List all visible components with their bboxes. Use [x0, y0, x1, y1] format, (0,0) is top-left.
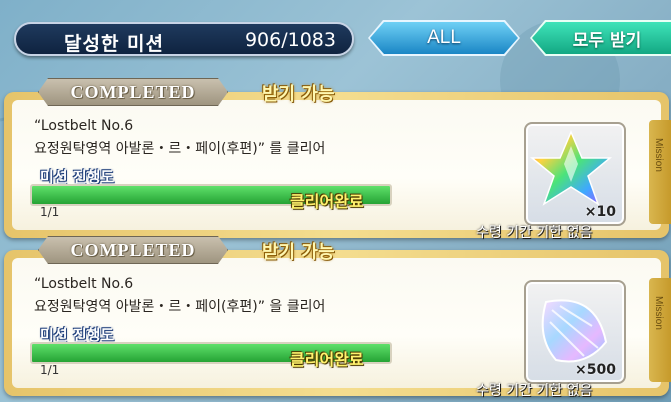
mission-header: 달성한 미션 906/1083 ALL 모두 받기	[0, 0, 671, 66]
reward-quantity: ×10	[584, 204, 616, 220]
achieved-missions-bar: 달성한 미션 906/1083	[14, 22, 354, 56]
clear-complete-label: 클리어완료	[290, 350, 364, 369]
mission-side-tab: Mission	[649, 278, 671, 382]
mission-side-tab-label: Mission	[653, 296, 664, 330]
mission-description-line2: 요정원탁영역 아발론・르・페이(후편)” 를 클리어	[34, 141, 326, 157]
completed-badge: COMPLETED	[38, 236, 228, 264]
mission-card[interactable]: COMPLETED 받기 가능 “Lostbelt No.6 요정원탁영역 아발…	[4, 92, 671, 241]
mission-description-line2: 요정원탁영역 아발론・르・페이(후편)” 을 클리어	[34, 299, 326, 315]
mission-side-tab: Mission	[649, 120, 671, 224]
claimable-label: 받기 가능	[262, 84, 335, 105]
page-title: 달성한 미션	[64, 33, 165, 55]
no-deadline-label: 수령 기간 기한 없음	[476, 383, 593, 399]
mission-description-line1: “Lostbelt No.6	[34, 276, 134, 292]
mission-side-tab-label: Mission	[653, 138, 664, 172]
reward-quantity: ×500	[575, 362, 616, 378]
mission-description-line1: “Lostbelt No.6	[34, 118, 134, 134]
completed-badge: COMPLETED	[38, 78, 228, 106]
completed-badge-label: COMPLETED	[70, 81, 196, 102]
mission-card[interactable]: COMPLETED 받기 가능 “Lostbelt No.6 요정원탁영역 아발…	[4, 250, 671, 399]
reward-item[interactable]: ×500	[524, 280, 626, 384]
claimable-label: 받기 가능	[262, 242, 335, 263]
progress-count: 1/1	[40, 205, 60, 219]
progress-count: 1/1	[40, 363, 60, 377]
reward-item[interactable]: ×10	[524, 122, 626, 226]
filter-all-button[interactable]: ALL	[370, 22, 518, 54]
clear-complete-label: 클리어완료	[290, 192, 364, 211]
completed-badge-label: COMPLETED	[70, 239, 196, 260]
claim-all-button[interactable]: 모두 받기	[532, 22, 671, 54]
mission-count: 906/1083	[244, 29, 336, 51]
no-deadline-label: 수령 기간 기한 없음	[476, 225, 593, 241]
